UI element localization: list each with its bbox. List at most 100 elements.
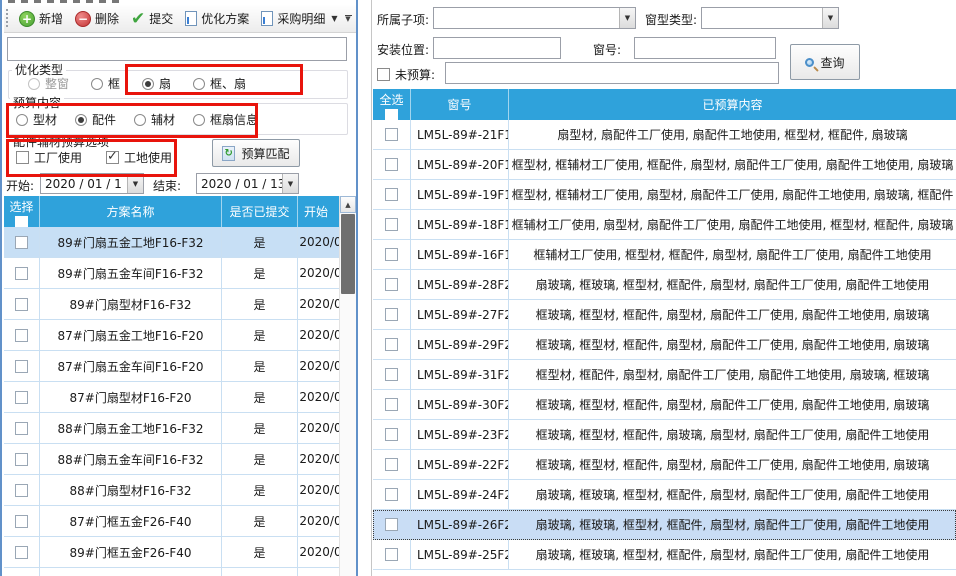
budget-table-row[interactable]: LM5L-89#-31F29 框型材, 框配件, 扇型材, 扇配件工厂使用, 扇…	[373, 360, 956, 390]
row-checkbox[interactable]	[385, 308, 398, 321]
budget-table-row[interactable]: LM5L-89#-29F27 框玻璃, 框型材, 框配件, 扇型材, 扇配件工厂…	[373, 330, 956, 360]
plan-name-column-header[interactable]: 方案名称	[40, 196, 222, 227]
plan-table-row[interactable]: 87#门扇五金工地F16-F20 是 2020/0	[4, 320, 343, 351]
plan-table-row[interactable]: 89#门扇五金车间F16-F32 是 2020/0	[4, 258, 343, 289]
row-checkbox[interactable]	[385, 218, 398, 231]
budget-table-row[interactable]: LM5L-89#-27F25 框玻璃, 框型材, 框配件, 扇型材, 扇配件工厂…	[373, 300, 956, 330]
budget-table-row[interactable]: LM5L-89#-18F16 框辅材工厂使用, 扇型材, 扇配件工厂使用, 扇配…	[373, 210, 956, 240]
row-checkbox[interactable]	[385, 188, 398, 201]
radio-whole-window[interactable]: 整窗	[28, 75, 69, 92]
budgeted-content-column-header[interactable]: 已预算内容	[509, 89, 956, 120]
select-all-checkbox[interactable]	[15, 216, 28, 227]
row-checkbox[interactable]	[15, 236, 28, 249]
plan-table-row[interactable]: 88#门框五金F21-F40 是 2020/0	[4, 568, 343, 576]
row-checkbox[interactable]	[385, 428, 398, 441]
row-checkbox[interactable]	[15, 391, 28, 404]
unbudgeted-input[interactable]	[445, 62, 779, 84]
radio-auxiliary[interactable]: 辅材	[134, 111, 175, 128]
row-checkbox[interactable]	[385, 278, 398, 291]
budget-table-row[interactable]: LM5L-89#-28F26 扇玻璃, 框玻璃, 框型材, 框配件, 扇型材, …	[373, 270, 956, 300]
radio-frame[interactable]: 框	[91, 75, 120, 92]
delete-button[interactable]: − 删除	[69, 7, 125, 30]
row-checkbox[interactable]	[385, 398, 398, 411]
budget-table-row[interactable]: LM5L-89#-25F23 扇玻璃, 框玻璃, 框型材, 框配件, 扇型材, …	[373, 540, 956, 570]
row-checkbox[interactable]	[385, 458, 398, 471]
dropdown-arrow-icon[interactable]: ▼	[822, 8, 838, 28]
submit-button[interactable]: ✔ 提交	[125, 7, 179, 30]
row-checkbox[interactable]	[15, 484, 28, 497]
window-no-column-header[interactable]: 窗号	[411, 89, 509, 120]
select-all-checkbox[interactable]	[385, 109, 398, 120]
plan-table-row[interactable]: 89#门扇型材F16-F32 是 2020/0	[4, 289, 343, 320]
plan-filter-input[interactable]	[7, 37, 347, 61]
unbudgeted-checkbox[interactable]: 未预算:	[377, 66, 435, 83]
window-no-cell: LM5L-89#-18F16	[411, 210, 509, 239]
row-checkbox[interactable]	[385, 128, 398, 141]
budget-table-row[interactable]: LM5L-89#-19F17 框型材, 框辅材工厂使用, 扇型材, 扇配件工厂使…	[373, 180, 956, 210]
plan-table-row[interactable]: 89#门扇五金工地F16-F32 是 2020/0	[4, 227, 343, 258]
optimize-plan-button[interactable]: 优化方案	[179, 7, 255, 30]
select-all-column-header[interactable]: 全选	[373, 89, 411, 120]
query-button[interactable]: 查询	[790, 44, 860, 80]
plan-table-row[interactable]: 87#门扇型材F16-F20 是 2020/0	[4, 382, 343, 413]
budget-table-row[interactable]: LM5L-89#-16F15 框辅材工厂使用, 框型材, 框配件, 扇型材, 扇…	[373, 240, 956, 270]
plan-table-row[interactable]: 88#门扇型材F16-F32 是 2020/0	[4, 475, 343, 506]
plan-toolbar: + 新增 − 删除 ✔ 提交 优化方案 采购明细 ▼ ▼	[4, 5, 356, 33]
plan-table-row[interactable]: 87#门框五金F26-F40 是 2020/0	[4, 506, 343, 537]
row-checkbox[interactable]	[15, 515, 28, 528]
row-checkbox[interactable]	[385, 158, 398, 171]
scroll-up-button[interactable]: ▲	[340, 196, 356, 213]
radio-accessory[interactable]: 配件	[75, 111, 116, 128]
plan-table-row[interactable]: 88#门扇五金车间F16-F32 是 2020/0	[4, 444, 343, 475]
row-checkbox[interactable]	[385, 338, 398, 351]
row-checkbox[interactable]	[15, 329, 28, 342]
plan-table-row[interactable]: 89#门框五金F26-F40 是 2020/0	[4, 537, 343, 568]
dropdown-arrow-icon[interactable]: ▼	[282, 174, 298, 193]
budget-table-row[interactable]: LM5L-89#-22F20 框玻璃, 框型材, 框配件, 扇型材, 扇配件工厂…	[373, 450, 956, 480]
row-checkbox[interactable]	[385, 548, 398, 561]
row-checkbox[interactable]	[15, 453, 28, 466]
row-checkbox[interactable]	[385, 248, 398, 261]
end-date-picker[interactable]: 2020 / 01 / 13 ▼	[196, 173, 299, 194]
dropdown-arrow-icon[interactable]: ▼	[619, 8, 635, 28]
dropdown-arrow-icon[interactable]: ▼	[127, 174, 143, 193]
plan-table-row[interactable]: 87#门扇五金车间F16-F20 是 2020/0	[4, 351, 343, 382]
row-checkbox[interactable]	[15, 267, 28, 280]
radio-frame-sash-info[interactable]: 框扇信息	[193, 111, 258, 128]
toolbar-overflow-button[interactable]: ▼	[342, 9, 354, 28]
scrollbar-thumb[interactable]	[341, 214, 355, 294]
row-checkbox[interactable]	[15, 546, 28, 559]
radio-frame-sash[interactable]: 框、扇	[193, 75, 246, 92]
row-checkbox[interactable]	[385, 518, 398, 531]
budget-table-row[interactable]: LM5L-89#-20F18 框型材, 框辅材工厂使用, 框配件, 扇型材, 扇…	[373, 150, 956, 180]
window-no-input[interactable]	[634, 37, 776, 59]
budgeted-content-cell: 框玻璃, 框型材, 框配件, 扇型材, 扇配件工厂使用, 扇配件工地使用, 扇玻…	[509, 450, 956, 479]
budget-table-row[interactable]: LM5L-89#-26F24 扇玻璃, 框玻璃, 框型材, 框配件, 扇型材, …	[373, 510, 956, 540]
sub-item-select[interactable]: ▼	[433, 7, 636, 29]
row-checkbox[interactable]	[385, 368, 398, 381]
row-checkbox[interactable]	[15, 360, 28, 373]
submitted-column-header[interactable]: 是否已提交	[222, 196, 298, 227]
install-position-input[interactable]	[433, 37, 561, 59]
row-checkbox[interactable]	[385, 488, 398, 501]
site-use-checkbox[interactable]: 工地使用	[106, 149, 172, 166]
add-button[interactable]: + 新增	[13, 7, 69, 30]
budget-table-row[interactable]: LM5L-89#-23F21 框玻璃, 框型材, 框配件, 扇玻璃, 扇型材, …	[373, 420, 956, 450]
radio-profile[interactable]: 型材	[16, 111, 57, 128]
toolbar-grip[interactable]	[6, 9, 8, 28]
budget-table-row[interactable]: LM5L-89#-21F19 扇型材, 扇配件工厂使用, 扇配件工地使用, 框型…	[373, 120, 956, 150]
row-checkbox[interactable]	[15, 298, 28, 311]
purchase-detail-button[interactable]: 采购明细 ▼	[255, 7, 343, 30]
plan-table-row[interactable]: 88#门扇五金工地F16-F32 是 2020/0	[4, 413, 343, 444]
budget-table-row[interactable]: LM5L-89#-30F28 框玻璃, 框型材, 框配件, 扇型材, 扇配件工厂…	[373, 390, 956, 420]
start-column-header[interactable]: 开始	[298, 196, 343, 227]
start-date-picker[interactable]: 2020 / 01 / 1 ▼	[40, 173, 144, 194]
select-column-header[interactable]: 选择	[4, 196, 40, 227]
budget-match-button[interactable]: 预算匹配	[212, 139, 300, 167]
row-checkbox[interactable]	[15, 422, 28, 435]
factory-use-checkbox[interactable]: 工厂使用	[16, 149, 82, 166]
budget-table-row[interactable]: LM5L-89#-24F22 扇玻璃, 框玻璃, 框型材, 框配件, 扇型材, …	[373, 480, 956, 510]
radio-sash[interactable]: 扇	[142, 75, 171, 92]
window-type-select[interactable]: ▼	[701, 7, 839, 29]
plan-table-scrollbar[interactable]: ▲	[339, 196, 356, 576]
